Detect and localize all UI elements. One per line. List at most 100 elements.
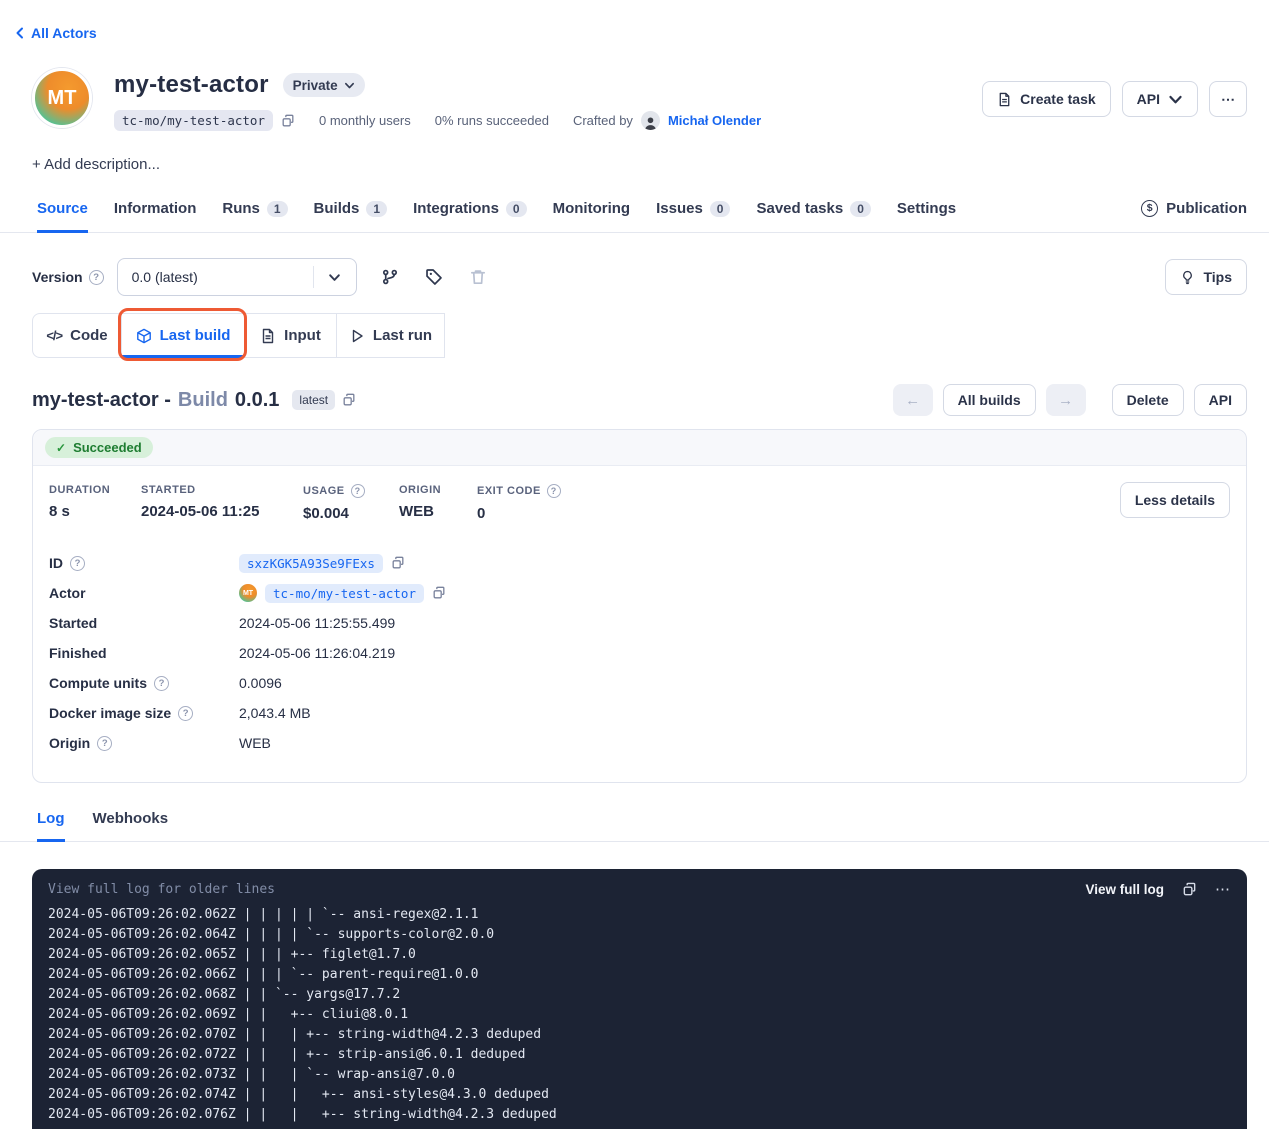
copy-icon[interactable] xyxy=(391,556,405,570)
visibility-dropdown[interactable]: Private xyxy=(283,73,365,97)
tab-publication[interactable]: $ Publication xyxy=(1141,200,1247,227)
monthly-users-stat: 0 monthly users xyxy=(319,113,411,128)
tab-label: Builds xyxy=(314,200,360,217)
more-actions-button[interactable]: ⋯ xyxy=(1209,81,1247,117)
log-lines: 2024-05-06T09:26:02.062Z | | | | | `-- a… xyxy=(48,905,1231,1125)
status-badge: ✓ Succeeded xyxy=(45,437,153,458)
author-link[interactable]: Michał Olender xyxy=(668,113,761,128)
detail-row-started: Started 2024-05-06 11:25:55.499 xyxy=(49,608,1230,638)
create-task-button[interactable]: Create task xyxy=(982,81,1111,117)
runs-succeeded-stat: 0% runs succeeded xyxy=(435,113,549,128)
tab-count-badge: 1 xyxy=(366,201,387,217)
detail-label: Finished xyxy=(49,645,107,661)
detail-row-origin: Origin? WEB xyxy=(49,728,1230,758)
stat-duration: DURATION 8 s xyxy=(49,484,141,522)
help-icon[interactable]: ? xyxy=(89,270,104,285)
actor-avatar: MT xyxy=(32,68,92,128)
build-title-word: Build xyxy=(178,389,228,412)
subtab-label: Input xyxy=(284,327,321,344)
copy-icon[interactable] xyxy=(1182,882,1197,897)
previous-build-button[interactable]: ← xyxy=(893,384,933,416)
copy-icon[interactable] xyxy=(342,393,356,407)
build-details-card: ✓ Succeeded DURATION 8 s STARTED 2024-05… xyxy=(32,429,1247,783)
build-id-badge: sxzKGK5A93Se9FExs xyxy=(239,554,383,573)
version-select[interactable]: 0.0 (latest) xyxy=(117,258,357,296)
stat-exit-code: EXIT CODE? 0 xyxy=(477,484,617,522)
delete-button[interactable]: Delete xyxy=(1112,384,1184,416)
build-api-button[interactable]: API xyxy=(1194,384,1247,416)
help-icon[interactable]: ? xyxy=(154,676,169,691)
actor-handle-link[interactable]: tc-mo/my-test-actor xyxy=(265,584,424,603)
stat-value: 0 xyxy=(477,505,617,522)
tab-monitoring[interactable]: Monitoring xyxy=(553,194,630,233)
tab-source[interactable]: Source xyxy=(37,194,88,233)
subtab-last-run[interactable]: Last run xyxy=(337,313,445,358)
tab-information[interactable]: Information xyxy=(114,194,197,233)
version-bar: Version ? 0.0 (latest) Tips xyxy=(32,258,1247,296)
tab-label: Runs xyxy=(222,200,260,217)
all-builds-button[interactable]: All builds xyxy=(943,384,1036,416)
copy-icon[interactable] xyxy=(432,586,446,600)
tips-button[interactable]: Tips xyxy=(1165,259,1247,295)
ellipsis-icon: ⋯ xyxy=(1221,91,1235,108)
tab-label: Information xyxy=(114,200,197,217)
stat-label: ORIGIN xyxy=(399,484,441,496)
detail-row-compute-units: Compute units? 0.0096 xyxy=(49,668,1230,698)
log-tab-bar: Log Webhooks xyxy=(0,806,1269,842)
log-more-button[interactable]: ⋯ xyxy=(1215,880,1231,898)
tab-builds[interactable]: Builds 1 xyxy=(314,194,388,233)
tab-saved-tasks[interactable]: Saved tasks0 xyxy=(756,194,870,233)
tab-label: Issues xyxy=(656,200,703,217)
help-icon[interactable]: ? xyxy=(547,484,561,498)
build-log-panel: View full log for older lines View full … xyxy=(32,869,1247,1129)
subtab-last-build[interactable]: Last build xyxy=(122,313,245,358)
tab-label: Monitoring xyxy=(553,200,630,217)
add-description-button[interactable]: + Add description... xyxy=(32,156,160,173)
copy-icon[interactable] xyxy=(281,114,295,128)
tab-runs[interactable]: Runs1 xyxy=(222,194,287,233)
tab-label: Source xyxy=(37,200,88,217)
view-full-log-button[interactable]: View full log xyxy=(1085,882,1164,897)
chevron-down-icon xyxy=(314,271,356,284)
tab-integrations[interactable]: Integrations0 xyxy=(413,194,527,233)
log-line: 2024-05-06T09:26:02.065Z | | | +-- figle… xyxy=(48,945,1231,965)
detail-label: Docker image size xyxy=(49,705,171,721)
subtab-code[interactable]: </> Code xyxy=(32,313,122,358)
less-details-button[interactable]: Less details xyxy=(1120,482,1230,518)
tab-label: Integrations xyxy=(413,200,499,217)
tips-label: Tips xyxy=(1203,269,1232,285)
breadcrumb-all-actors[interactable]: All Actors xyxy=(0,0,97,41)
help-icon[interactable]: ? xyxy=(351,484,365,498)
detail-label: Compute units xyxy=(49,675,147,691)
tab-webhooks[interactable]: Webhooks xyxy=(93,806,169,842)
tab-settings[interactable]: Settings xyxy=(897,194,956,233)
chevron-down-icon xyxy=(344,80,355,91)
tab-issues[interactable]: Issues0 xyxy=(656,194,730,233)
help-icon[interactable]: ? xyxy=(70,556,85,571)
stat-value: $0.004 xyxy=(303,505,399,522)
git-branch-icon[interactable] xyxy=(378,265,402,289)
next-build-button[interactable]: → xyxy=(1046,384,1086,416)
api-label: API xyxy=(1209,392,1232,408)
package-icon xyxy=(136,328,152,344)
detail-label: Origin xyxy=(49,735,90,751)
author-avatar xyxy=(641,111,660,130)
detail-value: 2024-05-06 11:26:04.219 xyxy=(239,645,395,661)
stat-usage: USAGE? $0.004 xyxy=(303,484,399,522)
detail-row-finished: Finished 2024-05-06 11:26:04.219 xyxy=(49,638,1230,668)
subtab-input[interactable]: Input xyxy=(245,313,337,358)
stat-label: DURATION xyxy=(49,484,110,496)
tab-log[interactable]: Log xyxy=(37,806,65,842)
help-icon[interactable]: ? xyxy=(97,736,112,751)
stat-started: STARTED 2024-05-06 11:25 xyxy=(141,484,303,522)
crafted-by-label: Crafted by xyxy=(573,113,633,128)
actor-tab-bar: Source Information Runs1 Builds 1 Integra… xyxy=(0,194,1269,233)
create-task-label: Create task xyxy=(1020,91,1096,107)
api-dropdown-button[interactable]: API xyxy=(1122,81,1198,117)
view-older-lines-link[interactable]: View full log for older lines xyxy=(48,882,275,897)
help-icon[interactable]: ? xyxy=(178,706,193,721)
detail-row-actor: Actor MT tc-mo/my-test-actor xyxy=(49,578,1230,608)
build-title-actor: my-test-actor - xyxy=(32,389,171,412)
tag-icon[interactable] xyxy=(422,265,446,289)
stat-value: 2024-05-06 11:25 xyxy=(141,503,303,520)
